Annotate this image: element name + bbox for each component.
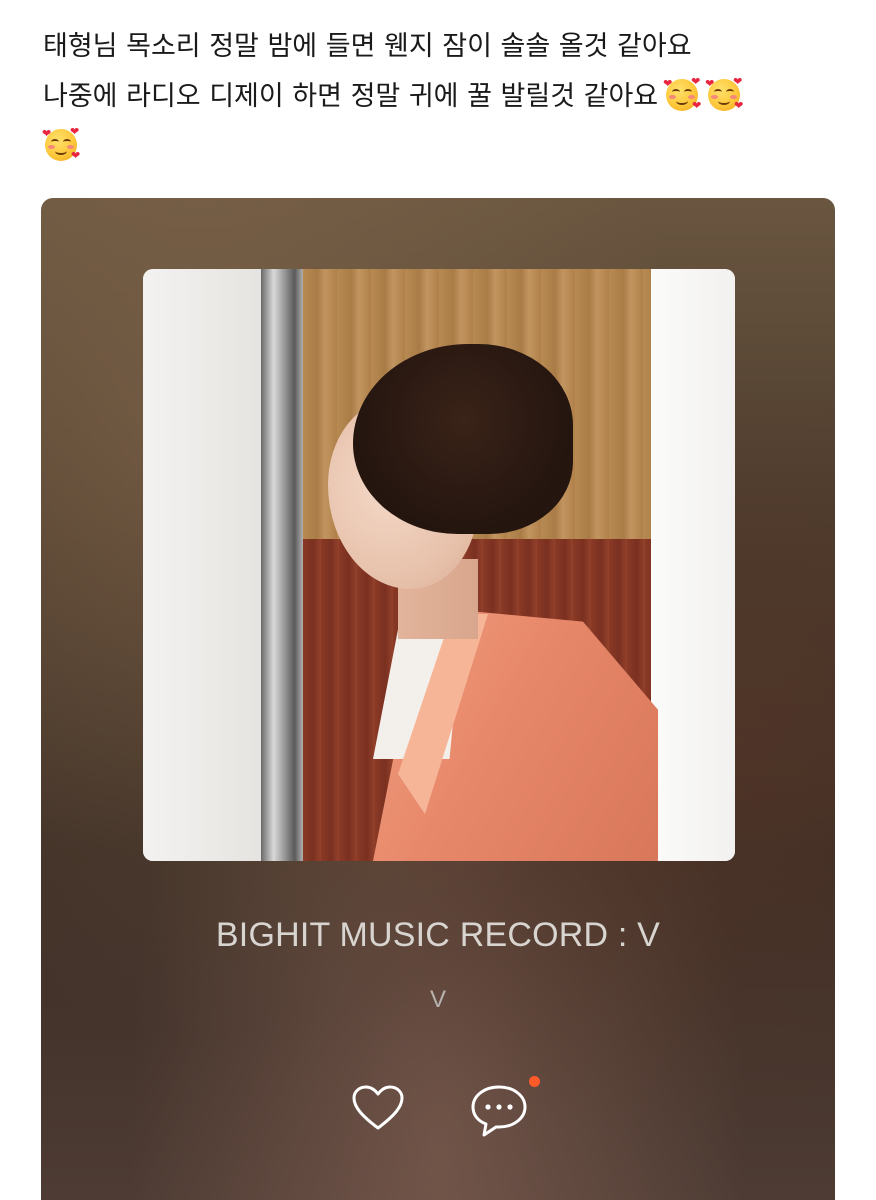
heart-outline-icon xyxy=(352,1085,404,1130)
screenshot: 태형님 목소리 정말 밤에 들면 웬지 잠이 솔솔 올것 같아요 나중에 라디오… xyxy=(0,0,876,1200)
artwork-wall-left xyxy=(143,269,261,861)
notification-dot xyxy=(529,1076,540,1087)
track-artist[interactable]: V xyxy=(41,986,835,1014)
smiling-face-with-hearts-icon: ❤ ❤ ❤ xyxy=(705,75,744,112)
music-player-card: BIGHIT MUSIC RECORD : V V xyxy=(41,198,835,1200)
smiling-face-with-hearts-icon: ❤ ❤ ❤ xyxy=(663,75,702,112)
track-title: BIGHIT MUSIC RECORD : V xyxy=(215,916,661,954)
post-line-2-row: 나중에 라디오 디제이 하면 정말 귀에 꿀 발릴것 같아요 ❤ ❤ ❤ ❤ ❤ ❤ xyxy=(43,72,843,122)
album-artwork[interactable] xyxy=(143,269,735,861)
post-text: 태형님 목소리 정말 밤에 들면 웬지 잠이 솔솔 올것 같아요 나중에 라디오… xyxy=(42,22,843,172)
comment-bubble-icon xyxy=(471,1085,527,1137)
post-line-3-row: ❤ ❤ ❤ xyxy=(42,122,843,172)
artwork-hair xyxy=(353,344,573,534)
like-button[interactable] xyxy=(352,1085,404,1131)
comments-button[interactable] xyxy=(469,1083,529,1139)
artwork-pole xyxy=(261,269,303,861)
post-line-2: 나중에 라디오 디제이 하면 정말 귀에 꿀 발릴것 같아요 xyxy=(43,81,659,112)
post-line-1: 태형님 목소리 정말 밤에 들면 웬지 잠이 솔솔 올것 같아요 xyxy=(43,31,692,62)
artwork-wall-right xyxy=(651,269,735,861)
smiling-face-with-hearts-icon: ❤ ❤ ❤ xyxy=(42,125,81,162)
